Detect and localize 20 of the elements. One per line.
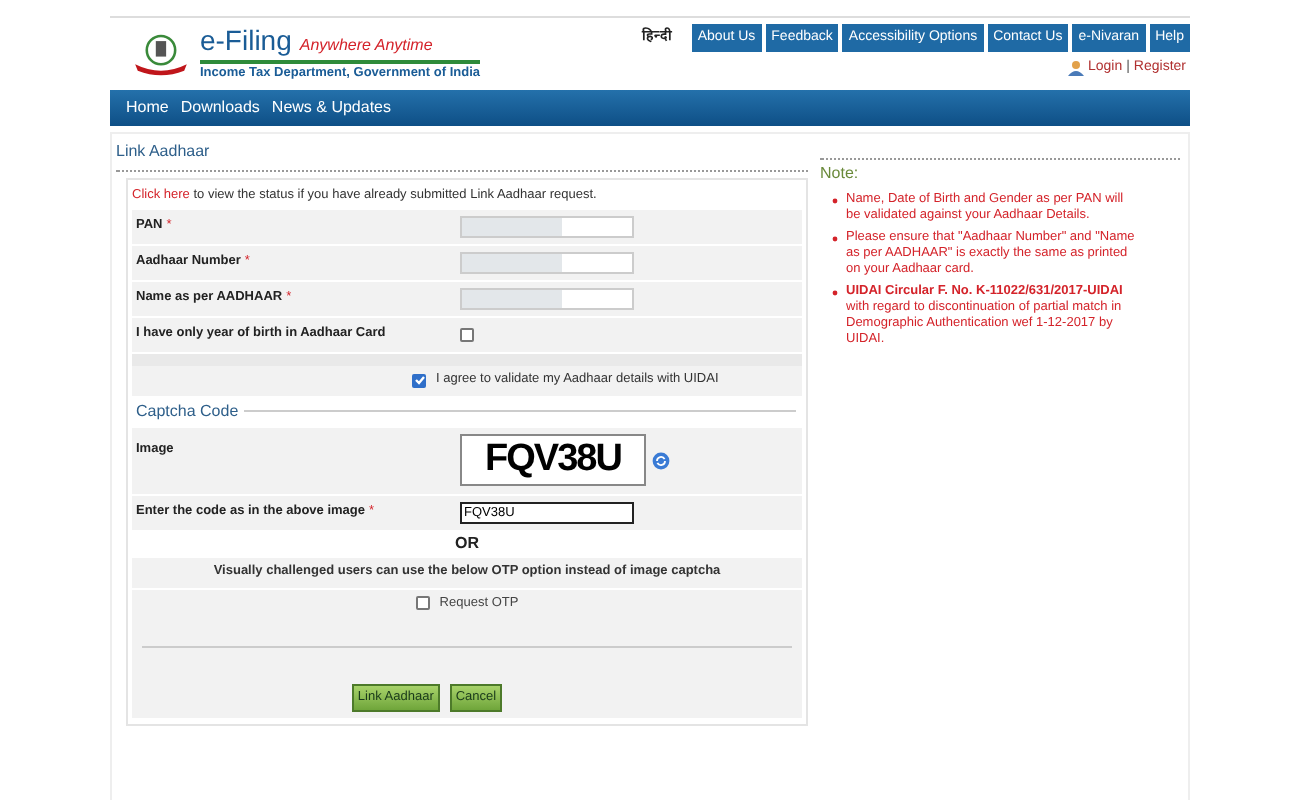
or-text: OR <box>455 531 479 556</box>
input-field[interactable] <box>460 215 634 238</box>
bullet-icon <box>832 236 838 242</box>
input-field[interactable] <box>460 287 634 310</box>
checkbox[interactable] <box>460 327 474 342</box>
bullet-icon <box>832 290 838 296</box>
nav-link[interactable]: Home <box>126 96 169 120</box>
refresh-icon[interactable] <box>652 451 670 470</box>
checkbox[interactable] <box>415 596 430 611</box>
input-field[interactable] <box>460 251 634 274</box>
captcha-image: FQV38U <box>460 433 646 486</box>
nav-link[interactable]: News & Updates <box>271 96 392 120</box>
logo-title: e-Filing <box>199 25 292 54</box>
nav-link[interactable]: Downloads <box>180 96 260 120</box>
user-icon <box>1067 60 1084 77</box>
section-title: Captcha Code <box>136 399 239 424</box>
bullet-icon <box>832 198 838 204</box>
note-title: Note: <box>820 162 861 186</box>
logo-tagline: Anywhere Anytime <box>299 33 433 58</box>
section-title: Link Aadhaar <box>116 134 808 172</box>
